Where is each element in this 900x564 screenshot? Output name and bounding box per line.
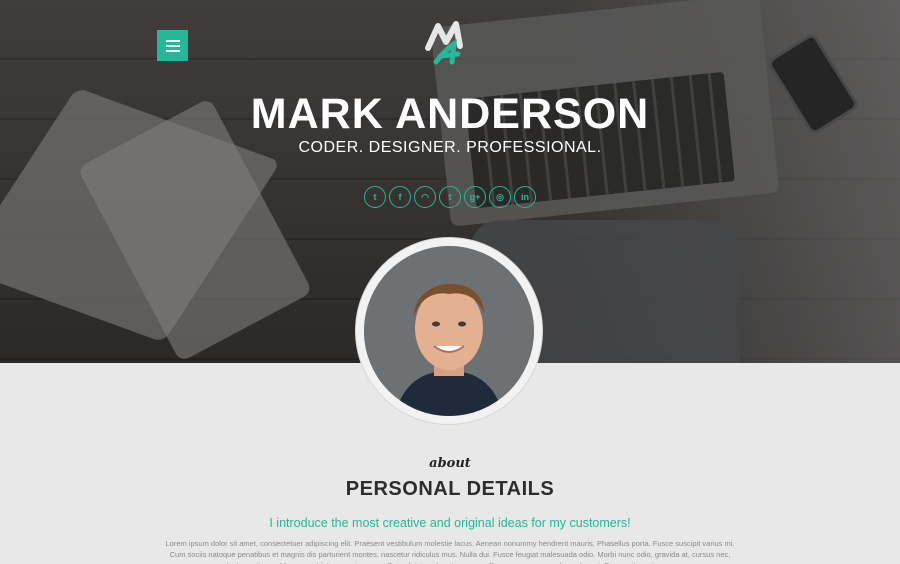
menu-button[interactable]	[157, 30, 188, 61]
about-intro: I introduce the most creative and origin…	[269, 516, 631, 530]
ma-monogram-logo[interactable]	[420, 18, 480, 68]
about-title: PERSONAL DETAILS	[345, 478, 555, 500]
hamburger-line	[165, 44, 180, 47]
about-body: Lorem ipsum dolor sit amet, consectetuer…	[165, 539, 735, 564]
twitter-icon[interactable]: t	[364, 186, 386, 208]
google-plus-icon[interactable]: g+	[464, 186, 486, 208]
tumblr-icon[interactable]: t	[439, 186, 461, 208]
facebook-icon[interactable]: f	[389, 186, 411, 208]
dribbble-icon[interactable]: ◎	[489, 186, 511, 208]
rss-icon[interactable]: ◠	[414, 186, 436, 208]
hamburger-line	[165, 49, 180, 52]
portrait-image	[364, 246, 534, 416]
hero-tagline: CODER. DESIGNER. PROFESSIONAL.	[298, 139, 602, 156]
about-kicker: about	[429, 456, 471, 471]
avatar-frame	[356, 238, 542, 424]
linkedin-icon[interactable]: in	[514, 186, 536, 208]
social-links: t f ◠ t g+ ◎ in	[364, 186, 536, 208]
avatar	[364, 246, 534, 416]
hamburger-menu-icon	[165, 39, 180, 42]
hero-name: MARK ANDERSON	[250, 90, 650, 138]
